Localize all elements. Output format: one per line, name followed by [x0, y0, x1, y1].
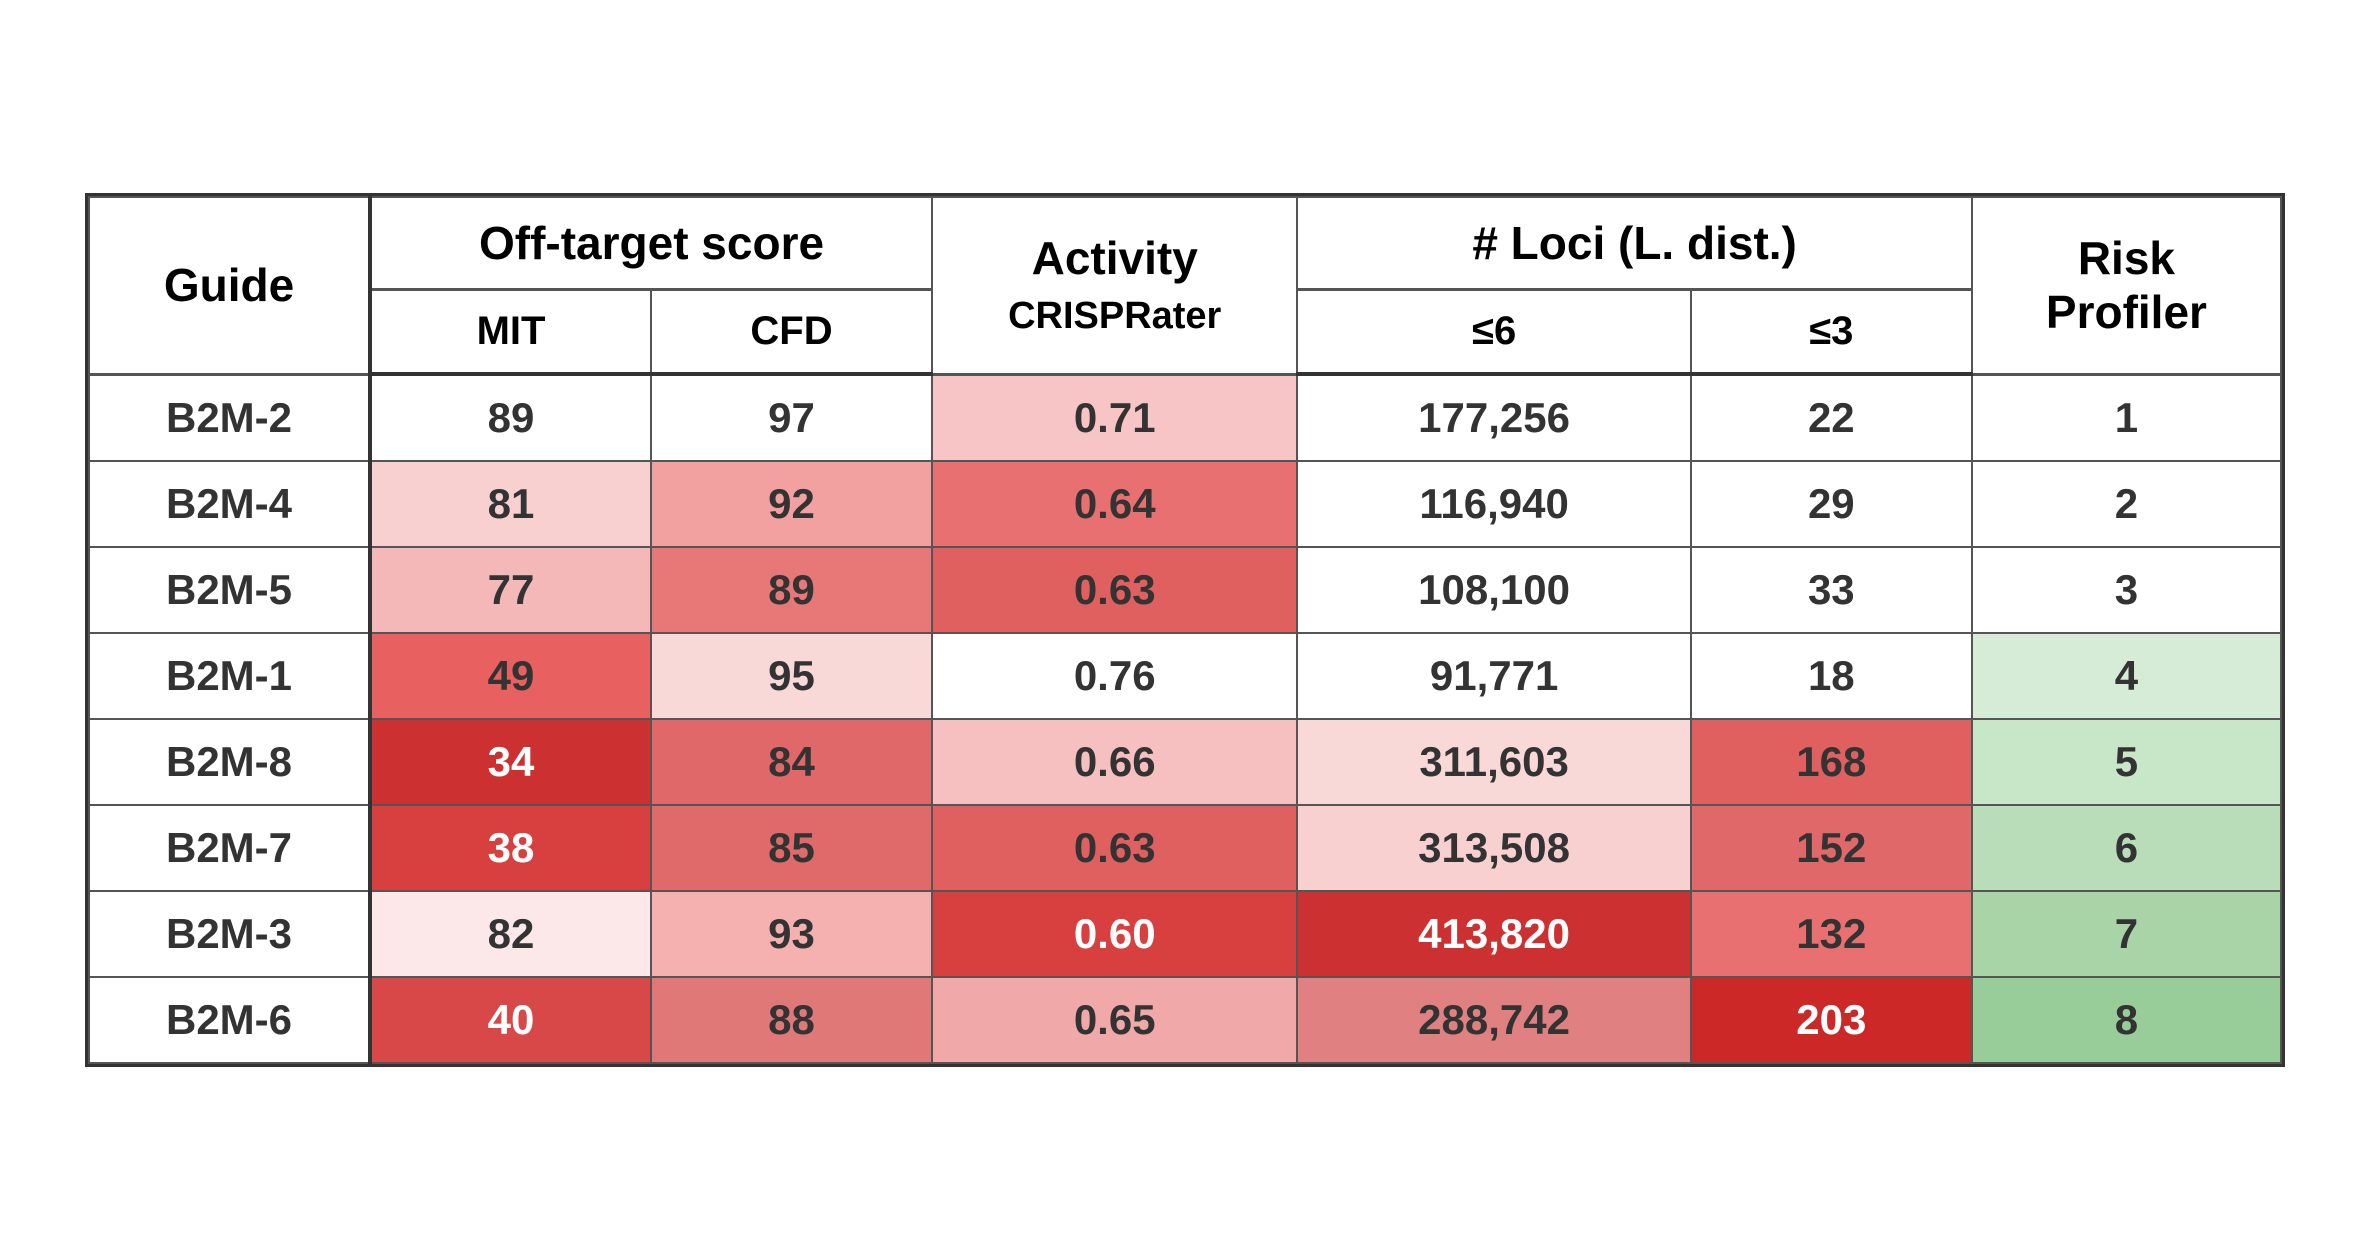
- data-table: Guide Off-target score Activity CRISPRat…: [85, 193, 2285, 1067]
- data-cell: 91,771: [1297, 633, 1690, 719]
- data-cell: 22: [1691, 374, 1972, 461]
- data-cell: 82: [370, 891, 651, 977]
- data-cell: 203: [1691, 977, 1972, 1063]
- data-cell: 89: [651, 547, 932, 633]
- data-cell: 3: [1972, 547, 2281, 633]
- mit-label: MIT: [477, 309, 546, 353]
- data-cell: 49: [370, 633, 651, 719]
- data-cell: 33: [1691, 547, 1972, 633]
- guide-cell: B2M-8: [89, 719, 370, 805]
- table-row: B2M-481920.64116,940292: [89, 461, 2281, 547]
- data-cell: 4: [1972, 633, 2281, 719]
- data-cell: 34: [370, 719, 651, 805]
- loci-label: # Loci (L. dist.): [1472, 217, 1797, 269]
- data-cell: 92: [651, 461, 932, 547]
- data-cell: 40: [370, 977, 651, 1063]
- table-row: B2M-738850.63313,5081526: [89, 805, 2281, 891]
- data-cell: 132: [1691, 891, 1972, 977]
- table-row: B2M-149950.7691,771184: [89, 633, 2281, 719]
- guide-header: Guide: [89, 197, 370, 374]
- data-cell: 1: [1972, 374, 2281, 461]
- loci3-header: ≤3: [1691, 290, 1972, 375]
- table-row: B2M-640880.65288,7422038: [89, 977, 2281, 1063]
- off-target-label: Off-target score: [479, 217, 824, 269]
- mit-header: MIT: [370, 290, 651, 375]
- activity-label: Activity: [1032, 232, 1198, 284]
- risk-profiler-label: RiskProfiler: [2046, 232, 2207, 338]
- data-cell: 177,256: [1297, 374, 1690, 461]
- data-cell: 0.65: [932, 977, 1297, 1063]
- data-cell: 152: [1691, 805, 1972, 891]
- data-cell: 116,940: [1297, 461, 1690, 547]
- data-cell: 93: [651, 891, 932, 977]
- data-cell: 97: [651, 374, 932, 461]
- data-cell: 413,820: [1297, 891, 1690, 977]
- data-cell: 311,603: [1297, 719, 1690, 805]
- table-row: B2M-577890.63108,100333: [89, 547, 2281, 633]
- guide-cell: B2M-4: [89, 461, 370, 547]
- guide-cell: B2M-7: [89, 805, 370, 891]
- loci6-header: ≤6: [1297, 290, 1690, 375]
- crisprater-label: CRISPRater: [1008, 295, 1221, 337]
- cfd-label: CFD: [750, 309, 832, 353]
- table-row: B2M-382930.60413,8201327: [89, 891, 2281, 977]
- data-cell: 288,742: [1297, 977, 1690, 1063]
- data-cell: 89: [370, 374, 651, 461]
- cfd-header: CFD: [651, 290, 932, 375]
- data-cell: 0.66: [932, 719, 1297, 805]
- off-target-header: Off-target score: [370, 197, 932, 290]
- guide-cell: B2M-5: [89, 547, 370, 633]
- data-cell: 168: [1691, 719, 1972, 805]
- loci-header: # Loci (L. dist.): [1297, 197, 1971, 290]
- risk-profiler-header: RiskProfiler: [1972, 197, 2281, 374]
- data-cell: 6: [1972, 805, 2281, 891]
- table-row: B2M-289970.71177,256221: [89, 374, 2281, 461]
- data-cell: 7: [1972, 891, 2281, 977]
- header-row-top: Guide Off-target score Activity CRISPRat…: [89, 197, 2281, 290]
- table-body: B2M-289970.71177,256221B2M-481920.64116,…: [89, 374, 2281, 1063]
- data-cell: 8: [1972, 977, 2281, 1063]
- data-cell: 0.63: [932, 805, 1297, 891]
- data-cell: 84: [651, 719, 932, 805]
- data-cell: 0.76: [932, 633, 1297, 719]
- guide-cell: B2M-2: [89, 374, 370, 461]
- loci6-label: ≤6: [1472, 309, 1516, 353]
- data-cell: 77: [370, 547, 651, 633]
- guide-cell: B2M-3: [89, 891, 370, 977]
- data-cell: 108,100: [1297, 547, 1690, 633]
- data-cell: 0.64: [932, 461, 1297, 547]
- guide-cell: B2M-1: [89, 633, 370, 719]
- loci3-label: ≤3: [1809, 309, 1853, 353]
- data-cell: 95: [651, 633, 932, 719]
- data-cell: 88: [651, 977, 932, 1063]
- guide-cell: B2M-6: [89, 977, 370, 1063]
- table-row: B2M-834840.66311,6031685: [89, 719, 2281, 805]
- data-cell: 29: [1691, 461, 1972, 547]
- guide-header-label: Guide: [164, 259, 294, 311]
- data-cell: 313,508: [1297, 805, 1690, 891]
- data-cell: 0.63: [932, 547, 1297, 633]
- data-cell: 0.60: [932, 891, 1297, 977]
- data-cell: 81: [370, 461, 651, 547]
- data-cell: 5: [1972, 719, 2281, 805]
- data-cell: 85: [651, 805, 932, 891]
- data-cell: 2: [1972, 461, 2281, 547]
- data-cell: 38: [370, 805, 651, 891]
- data-cell: 0.71: [932, 374, 1297, 461]
- activity-header: Activity CRISPRater: [932, 197, 1297, 374]
- data-cell: 18: [1691, 633, 1972, 719]
